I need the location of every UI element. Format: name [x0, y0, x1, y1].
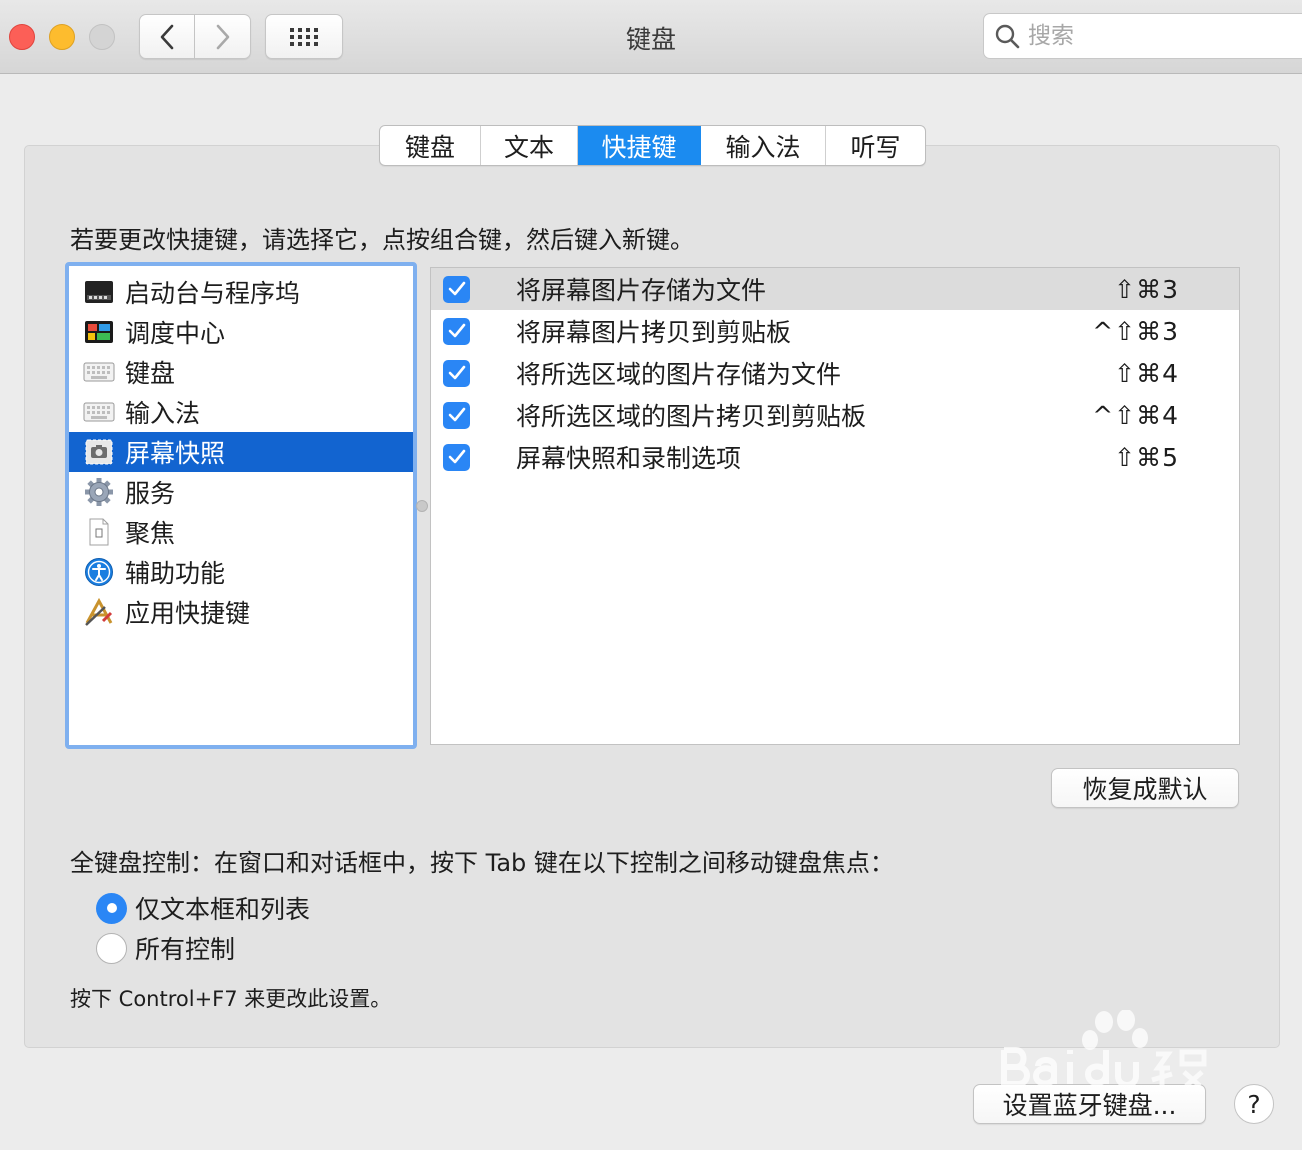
- category-label: 聚焦: [125, 519, 176, 548]
- shortcut-label: 将所选区域的图片存储为文件: [516, 360, 842, 389]
- category-item-spotlight[interactable]: 聚焦: [69, 512, 413, 552]
- category-label: 屏幕快照: [125, 439, 226, 468]
- setup-bluetooth-keyboard-button[interactable]: 设置蓝牙键盘...: [973, 1084, 1206, 1124]
- category-label: 输入法: [125, 399, 201, 428]
- shortcut-checkbox[interactable]: [443, 443, 470, 471]
- radio-button-selected[interactable]: [96, 892, 127, 924]
- tab-bar: 键盘 文本 快捷键 输入法 听写: [379, 125, 926, 166]
- radio-label: 仅文本框和列表: [135, 895, 311, 924]
- mission-control-icon: [83, 316, 115, 348]
- category-item-keyboard[interactable]: 键盘: [69, 352, 413, 392]
- radio-label: 所有控制: [135, 935, 236, 964]
- shortcut-keys[interactable]: ^⇧⌘4: [1092, 401, 1179, 430]
- shortcut-label: 屏幕快照和录制选项: [516, 444, 742, 473]
- tab-text[interactable]: 文本: [481, 126, 578, 165]
- checkmark-icon: [448, 407, 465, 422]
- instruction-text: 若要更改快捷键，请选择它，点按组合键，然后键入新键。: [70, 226, 694, 254]
- radio-button[interactable]: [96, 932, 127, 964]
- checkmark-icon: [448, 449, 465, 464]
- shortcut-row[interactable]: 将屏幕图片存储为文件 ⇧⌘3: [431, 268, 1239, 310]
- checkmark-icon: [448, 365, 465, 380]
- checkmark-icon: [448, 281, 465, 296]
- spotlight-doc-icon: [83, 516, 115, 548]
- tab-input-sources[interactable]: 输入法: [701, 126, 826, 165]
- search-field[interactable]: [983, 13, 1302, 59]
- app-shortcuts-icon: [83, 596, 115, 628]
- shortcut-hint-text: 按下 Control+F7 来更改此设置。: [70, 987, 392, 1011]
- category-label: 应用快捷键: [125, 599, 251, 628]
- category-item-screenshots[interactable]: 屏幕快照: [69, 432, 413, 472]
- shortcut-label: 将屏幕图片拷贝到剪贴板: [516, 318, 792, 347]
- shortcut-keys[interactable]: ⇧⌘4: [1114, 359, 1179, 388]
- search-input[interactable]: [1028, 23, 1288, 49]
- checkmark-icon: [448, 323, 465, 338]
- input-method-icon: [83, 396, 115, 428]
- shortcut-row[interactable]: 将所选区域的图片存储为文件 ⇧⌘4: [431, 352, 1239, 394]
- category-label: 启动台与程序坞: [125, 279, 301, 308]
- tab-keyboard[interactable]: 键盘: [380, 126, 481, 165]
- shortcut-checkbox[interactable]: [443, 401, 470, 429]
- shortcut-label: 将所选区域的图片拷贝到剪贴板: [516, 402, 867, 431]
- screenshot-icon: [83, 436, 115, 468]
- category-item-services[interactable]: 服务: [69, 472, 413, 512]
- radio-all-controls[interactable]: 所有控制: [96, 931, 235, 965]
- search-icon: [995, 24, 1020, 49]
- shortcut-row[interactable]: 将所选区域的图片拷贝到剪贴板 ^⇧⌘4: [431, 394, 1239, 436]
- category-label: 辅助功能: [125, 559, 226, 588]
- shortcut-checkbox[interactable]: [443, 275, 470, 303]
- shortcut-keys[interactable]: ⇧⌘5: [1114, 443, 1179, 472]
- split-view-handle[interactable]: [416, 500, 428, 512]
- category-item-accessibility[interactable]: 辅助功能: [69, 552, 413, 592]
- help-button[interactable]: ?: [1234, 1084, 1274, 1124]
- shortcut-label: 将屏幕图片存储为文件: [516, 276, 767, 305]
- shortcut-row[interactable]: 将屏幕图片拷贝到剪贴板 ^⇧⌘3: [431, 310, 1239, 352]
- category-item-input-sources[interactable]: 输入法: [69, 392, 413, 432]
- restore-defaults-button[interactable]: 恢复成默认: [1051, 768, 1239, 808]
- category-item-mission-control[interactable]: 调度中心: [69, 312, 413, 352]
- category-item-app-shortcuts[interactable]: 应用快捷键: [69, 592, 413, 632]
- shortcut-table[interactable]: 将屏幕图片存储为文件 ⇧⌘3 将屏幕图片拷贝到剪贴板 ^⇧⌘3 将所选区域的图片…: [430, 267, 1240, 745]
- shortcut-checkbox[interactable]: [443, 317, 470, 345]
- keyboard-icon: [83, 356, 115, 388]
- tab-dictation[interactable]: 听写: [826, 126, 925, 165]
- shortcut-keys[interactable]: ^⇧⌘3: [1092, 317, 1179, 346]
- title-bar: 键盘: [0, 0, 1302, 74]
- category-list[interactable]: 启动台与程序坞 调度中心 键盘 输入法 屏幕快照 服务 聚焦 辅助功能 应用快捷…: [65, 262, 417, 749]
- launchpad-dock-icon: [83, 276, 115, 308]
- category-label: 调度中心: [125, 319, 226, 348]
- accessibility-icon: [83, 556, 115, 588]
- tab-shortcuts[interactable]: 快捷键: [578, 126, 701, 165]
- shortcut-row[interactable]: 屏幕快照和录制选项 ⇧⌘5: [431, 436, 1239, 478]
- full-keyboard-access-title: 全键盘控制：在窗口和对话框中，按下 Tab 键在以下控制之间移动键盘焦点：: [70, 849, 894, 877]
- category-label: 键盘: [125, 359, 176, 388]
- radio-text-boxes-and-lists[interactable]: 仅文本框和列表: [96, 891, 310, 925]
- shortcut-keys[interactable]: ⇧⌘3: [1114, 275, 1179, 304]
- category-item-launchpad-dock[interactable]: 启动台与程序坞: [69, 272, 413, 312]
- gear-icon: [83, 476, 115, 508]
- category-label: 服务: [125, 479, 176, 508]
- shortcut-checkbox[interactable]: [443, 359, 470, 387]
